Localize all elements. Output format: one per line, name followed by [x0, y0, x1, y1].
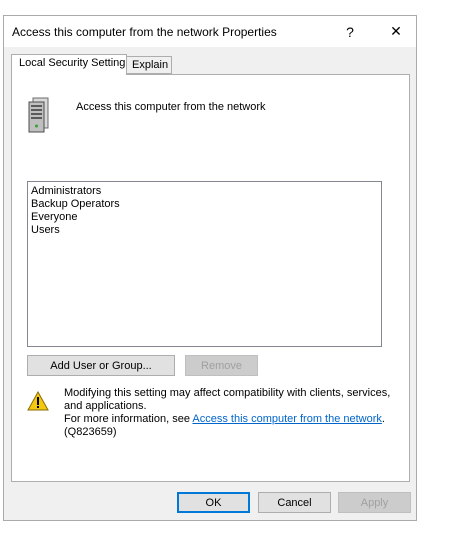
dialog-title: Access this computer from the network Pr… [12, 25, 277, 39]
policy-name: Access this computer from the network [76, 101, 266, 113]
apply-button[interactable]: Apply [338, 492, 411, 513]
members-listbox[interactable]: Administrators Backup Operators Everyone… [27, 181, 382, 347]
add-user-or-group-button[interactable]: Add User or Group... [27, 355, 175, 376]
help-button[interactable]: ? [330, 16, 370, 47]
warning-icon [27, 391, 49, 411]
compatibility-warning: Modifying this setting may affect compat… [64, 387, 399, 439]
warning-line: Modifying this setting may affect compat… [64, 387, 391, 412]
list-item[interactable]: Backup Operators [31, 198, 381, 211]
cancel-button[interactable]: Cancel [258, 492, 331, 513]
more-info-suffix: . [381, 413, 385, 425]
tab-local-security-setting[interactable]: Local Security Setting [11, 54, 127, 75]
server-icon [28, 97, 49, 133]
kb-reference: (Q823659) [64, 426, 117, 438]
close-button[interactable]: ✕ [376, 16, 416, 47]
more-info-prefix: For more information, see [64, 413, 193, 425]
list-item[interactable]: Users [31, 224, 381, 237]
remove-button[interactable]: Remove [185, 355, 258, 376]
policy-help-link[interactable]: Access this computer from the network [192, 413, 382, 425]
title-bar: Access this computer from the network Pr… [4, 16, 416, 47]
list-item[interactable]: Everyone [31, 211, 381, 224]
ok-button[interactable]: OK [177, 492, 250, 513]
list-item[interactable]: Administrators [31, 185, 381, 198]
more-info-line: For more information, see Access this co… [64, 413, 399, 426]
properties-dialog: Access this computer from the network Pr… [3, 15, 417, 521]
tab-explain[interactable]: Explain [126, 56, 172, 74]
local-security-setting-panel: Access this computer from the network Ad… [11, 74, 410, 482]
